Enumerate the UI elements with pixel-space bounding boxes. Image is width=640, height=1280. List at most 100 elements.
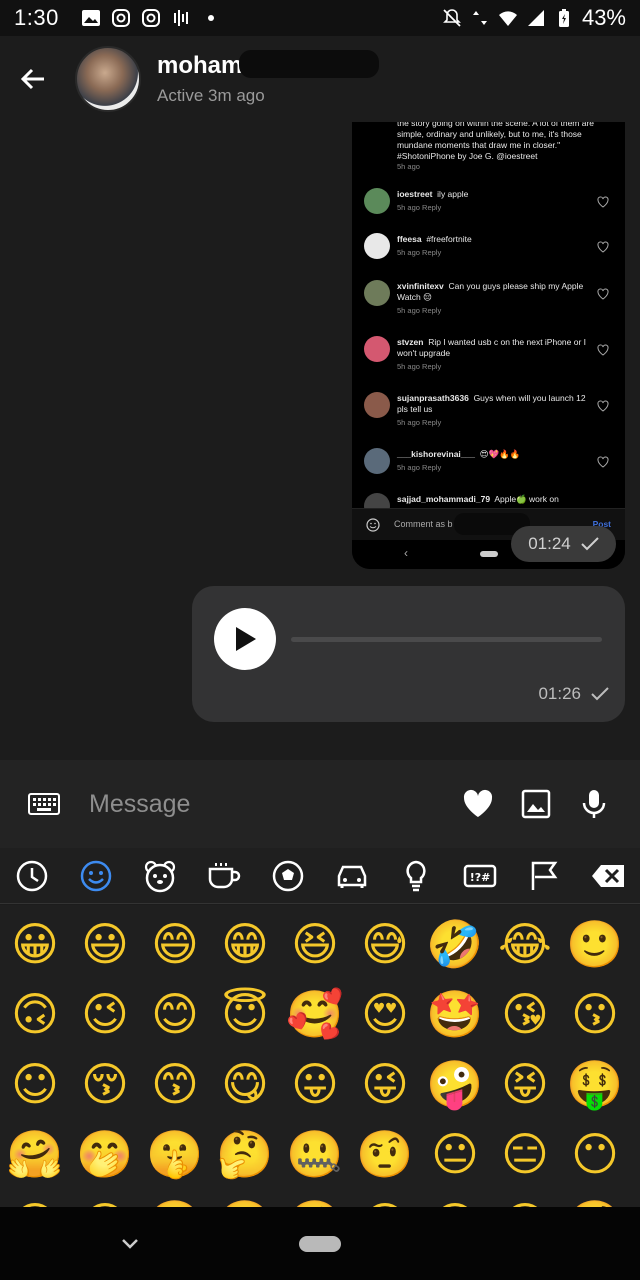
emoji-key[interactable]: 🤗: [0, 1126, 70, 1182]
waveform-icon: [173, 10, 188, 26]
emoji-key[interactable]: 😶: [560, 1126, 630, 1182]
emoji-key[interactable]: 🙂: [560, 916, 630, 972]
emoji-key[interactable]: 😔: [420, 1196, 490, 1207]
comment-item: stvzen Rip I wanted usb c on the next iP…: [364, 336, 619, 382]
emoji-key[interactable]: ☺: [0, 1056, 70, 1112]
hide-keyboard-chevron-icon[interactable]: [117, 1231, 143, 1257]
voice-record-button[interactable]: [578, 788, 610, 820]
backspace-button[interactable]: [576, 848, 640, 904]
comment-avatar: [364, 233, 390, 259]
emoji-key[interactable]: 😋: [210, 1056, 280, 1112]
emoji-key[interactable]: 🥰: [280, 986, 350, 1042]
comment-avatar: [364, 448, 390, 474]
emoji-key[interactable]: 😚: [70, 1056, 140, 1112]
emoji-key[interactable]: 🤥: [280, 1196, 350, 1207]
emoji-grid: 😀😃😄😁😆😅🤣😂🙂 🙃😉😊😇🥰😍🤩😘😗 ☺😚😙😋😛😜🤪😝🤑 🤗🤭🤫🤔🤐🤨😐😑😶 😏😒🙄😬…: [0, 905, 640, 1207]
shared-screenshot-message[interactable]: the story going on within the scene. A l…: [352, 122, 625, 569]
emoji-key[interactable]: 😍: [350, 986, 420, 1042]
comment-text: Rip I wanted usb c on the next iPhone or…: [397, 337, 587, 358]
emoji-key[interactable]: 😑: [490, 1126, 560, 1182]
message-composer: [0, 760, 640, 848]
comment-text: 😍💖🔥🔥: [479, 449, 521, 459]
system-navbar: [0, 1207, 640, 1280]
gallery-button[interactable]: [520, 788, 552, 820]
emoji-key[interactable]: 😪: [490, 1196, 560, 1207]
comment-user: ffeesa: [397, 234, 422, 244]
emoji-key[interactable]: 🤐: [280, 1126, 350, 1182]
tab-travel[interactable]: [320, 848, 384, 904]
emoji-key[interactable]: 🤪: [420, 1056, 490, 1112]
voice-message[interactable]: 01:26: [192, 586, 625, 722]
emoji-key[interactable]: 🤑: [560, 1056, 630, 1112]
emoji-key[interactable]: 🤭: [70, 1126, 140, 1182]
emoji-key[interactable]: 😅: [350, 916, 420, 972]
chat-header: moham Active 3m ago: [0, 36, 640, 122]
comment-meta: 5h ago Reply: [397, 203, 442, 212]
emoji-key[interactable]: 😊: [140, 986, 210, 1042]
emoji-key[interactable]: 😌: [350, 1196, 420, 1207]
keyboard-icon[interactable]: [28, 792, 60, 816]
play-button[interactable]: [214, 608, 276, 670]
emoji-key[interactable]: 😉: [70, 986, 140, 1042]
comment-item: xvinfinitexv Can you guys please ship my…: [364, 280, 619, 326]
tab-flags[interactable]: [512, 848, 576, 904]
tab-symbols[interactable]: !?#: [448, 848, 512, 904]
emoji-key[interactable]: 😗: [560, 986, 630, 1042]
emoji-row: ☺ 😚 😙 😋 😛 😜 🤪 😝 🤑: [0, 1049, 640, 1119]
back-button[interactable]: [0, 36, 66, 122]
emoji-key[interactable]: 😛: [280, 1056, 350, 1112]
comment-avatar: [364, 336, 390, 362]
emoji-key[interactable]: 😙: [140, 1056, 210, 1112]
heart-outline-icon: [597, 241, 609, 253]
emoji-key[interactable]: 🤣: [420, 916, 490, 972]
audio-progress-bar[interactable]: [291, 637, 602, 642]
emoji-key[interactable]: 😐: [420, 1126, 490, 1182]
emoji-key[interactable]: 🤫: [140, 1126, 210, 1182]
emoji-key[interactable]: 😝: [490, 1056, 560, 1112]
check-icon: [581, 537, 599, 551]
emoji-key[interactable]: 🙄: [140, 1196, 210, 1207]
emoji-key[interactable]: 🤨: [350, 1126, 420, 1182]
emoji-key[interactable]: 😆: [280, 916, 350, 972]
heart-button[interactable]: [462, 788, 494, 820]
emoji-key[interactable]: 🤩: [420, 986, 490, 1042]
tab-objects[interactable]: [384, 848, 448, 904]
tab-smileys[interactable]: [64, 848, 128, 904]
emoji-key[interactable]: 😃: [70, 916, 140, 972]
message-input[interactable]: [89, 789, 389, 819]
comment-text: #freefortnite: [426, 234, 472, 244]
emoji-key[interactable]: 😒: [70, 1196, 140, 1207]
emoji-key[interactable]: 😀: [0, 916, 70, 972]
emoji-key[interactable]: 😄: [140, 916, 210, 972]
emoji-key[interactable]: 😏: [0, 1196, 70, 1207]
microphone-icon: [582, 790, 606, 818]
contact-name[interactable]: moham: [157, 50, 379, 80]
emoji-key[interactable]: 😁: [210, 916, 280, 972]
message-timestamp: 01:24: [511, 526, 616, 562]
comment-item: sujanprasath3636 Guys when will you laun…: [364, 392, 619, 438]
svg-text:!?#: !?#: [470, 871, 491, 884]
post-caption-time: 5h ago: [397, 162, 420, 171]
emoji-key[interactable]: 😬: [210, 1196, 280, 1207]
emoji-key[interactable]: 🙃: [0, 986, 70, 1042]
heart-outline-icon: [597, 400, 609, 412]
comment-avatar: [364, 392, 390, 418]
emoji-key[interactable]: 😘: [490, 986, 560, 1042]
emoji-key[interactable]: 🤔: [210, 1126, 280, 1182]
emoji-key[interactable]: 😂: [490, 916, 560, 972]
tab-animals[interactable]: [128, 848, 192, 904]
comment-user: stvzen: [397, 337, 424, 347]
wifi-icon: [498, 11, 517, 26]
soccer-ball-icon: [272, 860, 304, 891]
tab-activities[interactable]: [256, 848, 320, 904]
emoji-key[interactable]: 😜: [350, 1056, 420, 1112]
emoji-key[interactable]: 😇: [210, 986, 280, 1042]
contact-avatar[interactable]: [75, 46, 141, 112]
comment-item: ___kishorevinai___ 😍💖🔥🔥 5h ago Reply: [364, 448, 619, 494]
home-pill[interactable]: [299, 1236, 341, 1252]
message-list[interactable]: the story going on within the scene. A l…: [0, 122, 640, 760]
comment-text: ily apple: [437, 189, 469, 199]
tab-recent[interactable]: [0, 848, 64, 904]
tab-food[interactable]: [192, 848, 256, 904]
emoji-key[interactable]: 🤤: [560, 1196, 630, 1207]
